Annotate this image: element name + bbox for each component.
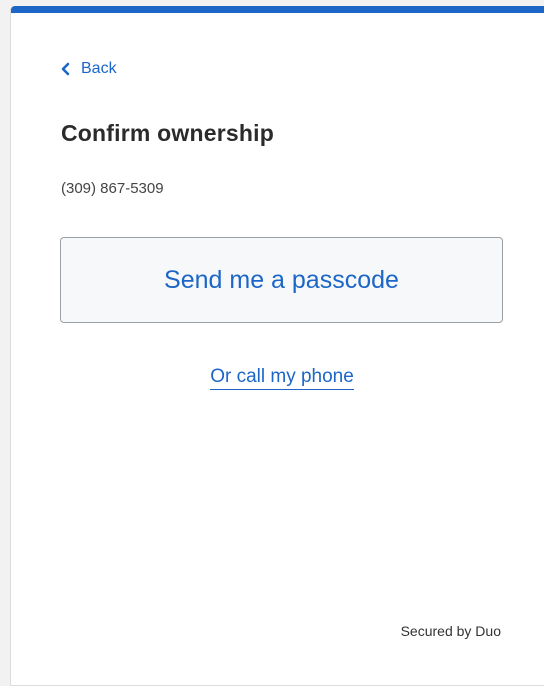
phone-number: (309) 867-5309 <box>61 180 164 197</box>
chevron-left-icon <box>61 62 70 76</box>
send-passcode-button[interactable]: Send me a passcode <box>60 237 503 323</box>
back-label: Back <box>81 60 117 77</box>
call-phone-link[interactable]: Or call my phone <box>210 366 354 390</box>
secured-by-label: Secured by Duo <box>400 623 501 639</box>
page-title: Confirm ownership <box>61 120 274 146</box>
auth-card: Back Confirm ownership (309) 867-5309 Se… <box>10 6 544 686</box>
call-phone-link-container: Or call my phone <box>11 366 544 390</box>
brand-accent-bar <box>11 6 544 13</box>
back-link[interactable]: Back <box>59 60 117 78</box>
